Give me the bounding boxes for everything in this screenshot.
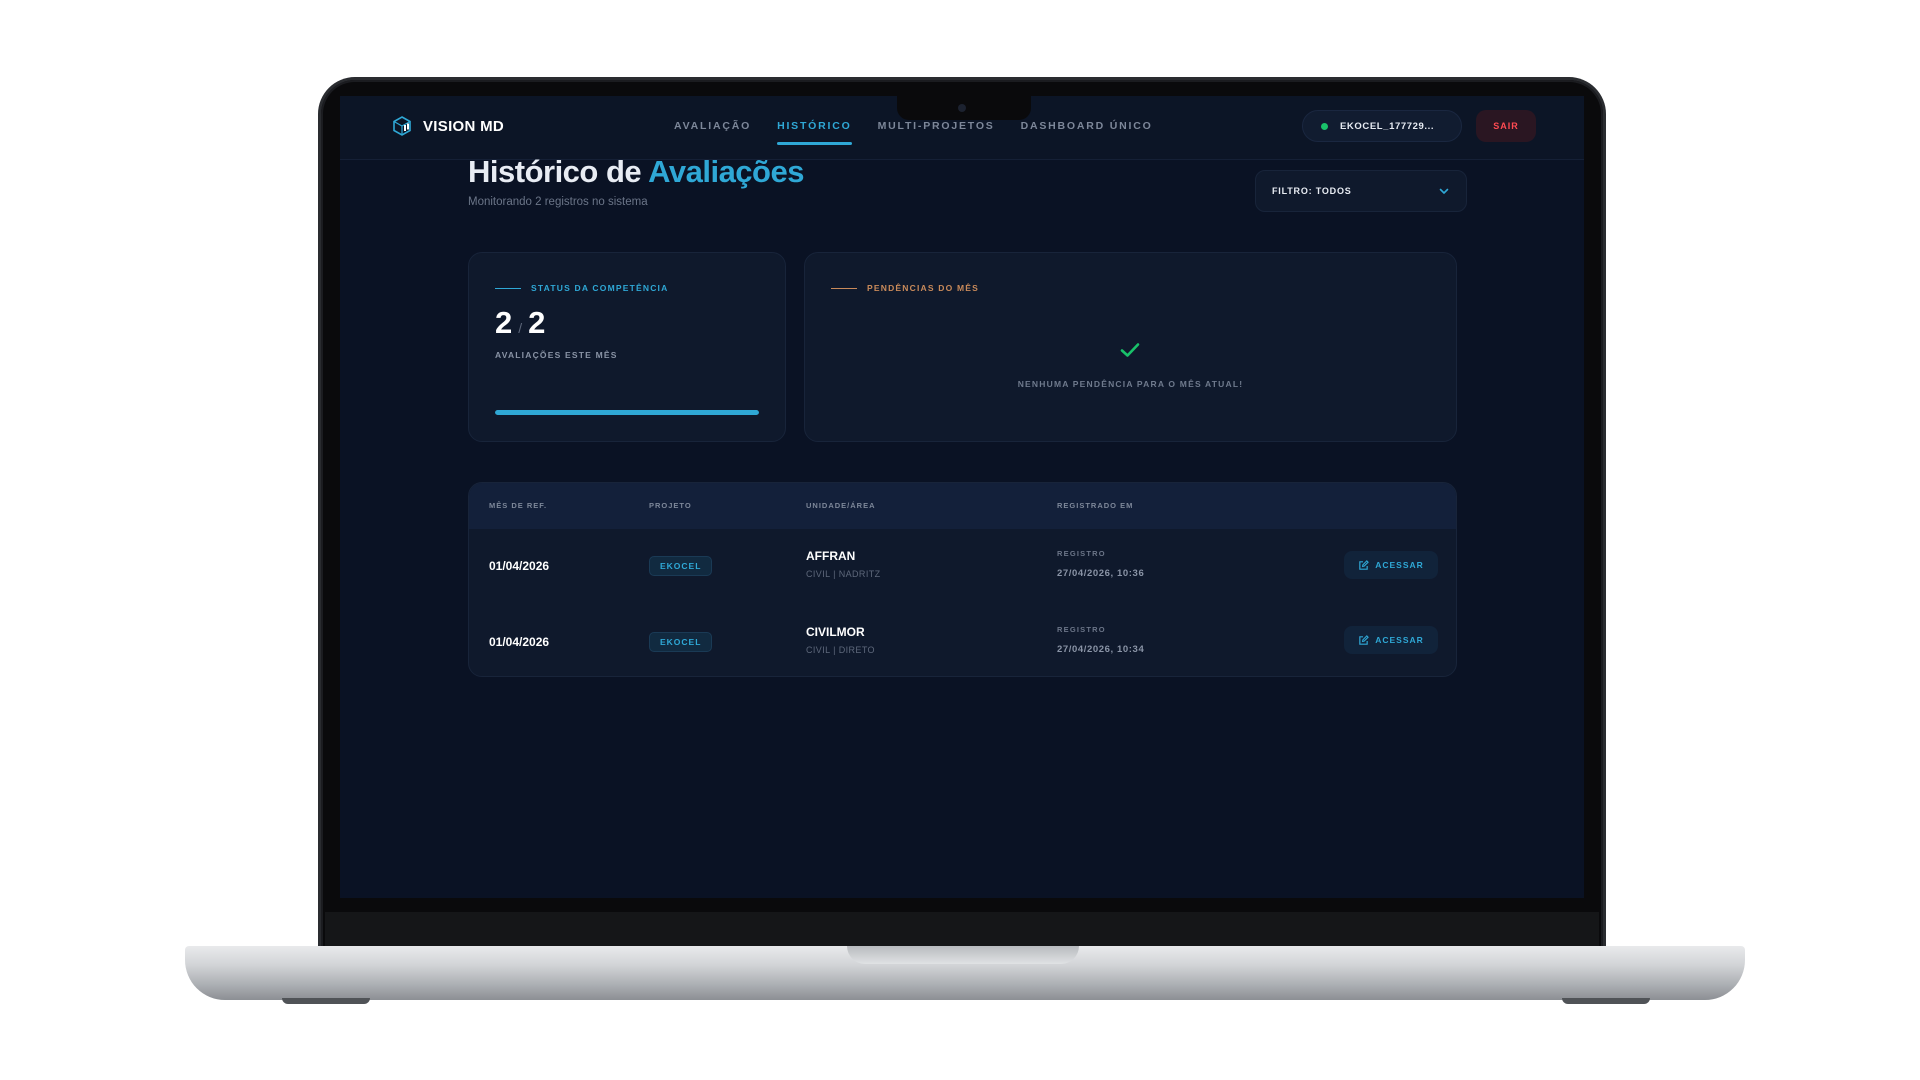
table-header: MÊS DE REF. PROJETO UNIDADE/ÁREA REGISTR…: [469, 483, 1456, 529]
camera-icon: [958, 104, 966, 112]
user-menu[interactable]: EKOCEL_177729...: [1302, 110, 1462, 142]
status-card: STATUS DA COMPETÊNCIA 2 / 2 AVALIAÇÕES EST…: [468, 252, 786, 442]
cube-logo-icon: [393, 116, 411, 136]
status-card-label: STATUS DA COMPETÊNCIA: [531, 283, 669, 293]
laptop-opening-notch: [847, 946, 1079, 964]
row-unit-sub: CIVIL | NADRITZ: [806, 569, 881, 579]
row-reg-date: 27/04/2026, 10:34: [1057, 644, 1145, 655]
progress-fill: [495, 410, 759, 415]
accent-dash: [831, 287, 857, 289]
laptop-foot-right: [1562, 998, 1650, 1004]
row-unit-sub: CIVIL | DIRETO: [806, 645, 875, 655]
user-name: EKOCEL_177729...: [1340, 120, 1435, 132]
progress-bar: [495, 410, 759, 415]
column-header-month: MÊS DE REF.: [489, 501, 548, 510]
row-reg-label: REGISTRO: [1057, 625, 1106, 634]
online-status-dot: [1321, 122, 1328, 130]
tab-avaliacao[interactable]: AVALIAÇÃO: [674, 120, 751, 132]
page-title: Histórico de Avaliações: [468, 154, 804, 190]
count-done: 2: [495, 305, 513, 340]
pending-card-label: PENDÊNCIAS DO MÊS: [867, 283, 980, 293]
row-month: 01/04/2026: [489, 635, 550, 649]
pending-card-header: PENDÊNCIAS DO MÊS: [831, 283, 979, 293]
evaluation-count: 2 / 2: [495, 305, 545, 341]
row-reg-date: 27/04/2026, 10:36: [1057, 568, 1145, 579]
access-label: ACESSAR: [1375, 560, 1424, 570]
row-reg-label: REGISTRO: [1057, 549, 1106, 558]
screen: VISION MD AVALIAÇÃO HISTÓRICO MULTI-PROJ…: [340, 96, 1584, 898]
page-title-accent: Avaliações: [648, 154, 804, 189]
row-unit: CIVILMOR: [806, 625, 865, 639]
no-pending-message: NENHUMA PENDÊNCIA PARA O MÊS ATUAL!: [1017, 379, 1244, 389]
tab-dashboard-unico[interactable]: DASHBOARD ÚNICO: [1021, 120, 1153, 132]
brand[interactable]: VISION MD: [393, 116, 504, 136]
status-card-header: STATUS DA COMPETÊNCIA: [495, 283, 668, 293]
tab-multi-projetos[interactable]: MULTI-PROJETOS: [878, 120, 995, 132]
pending-card: PENDÊNCIAS DO MÊS NENHUMA PENDÊNCIA PARA…: [804, 252, 1457, 442]
row-month: 01/04/2026: [489, 559, 550, 573]
page-title-prefix: Histórico de: [468, 154, 642, 189]
count-caption: AVALIAÇÕES ESTE MÊS: [495, 350, 618, 360]
count-separator: /: [518, 320, 523, 336]
project-badge: EKOCEL: [649, 556, 713, 576]
column-header-project: PROJETO: [649, 501, 692, 510]
laptop-foot-left: [282, 998, 370, 1004]
column-header-registered: REGISTRADO EM: [1057, 501, 1134, 510]
edit-icon: [1359, 559, 1370, 570]
app: VISION MD AVALIAÇÃO HISTÓRICO MULTI-PROJ…: [340, 96, 1584, 898]
chevron-down-icon: [1439, 188, 1449, 194]
count-total: 2: [528, 305, 546, 340]
project-badge: EKOCEL: [649, 632, 713, 652]
table-row: 01/04/2026 EKOCEL AFFRAN CIVIL | NADRITZ…: [469, 529, 1456, 603]
column-header-unit: UNIDADE/ÁREA: [806, 501, 876, 510]
main-nav: AVALIAÇÃO HISTÓRICO MULTI-PROJETOS DASHB…: [674, 120, 1153, 145]
table-row: 01/04/2026 EKOCEL CIVILMOR CIVIL | DIRET…: [469, 603, 1456, 676]
laptop-hinge: [325, 912, 1599, 946]
access-button[interactable]: ACESSAR: [1344, 551, 1438, 579]
check-icon: [1120, 343, 1140, 357]
page-subtitle: Monitorando 2 registros no sistema: [468, 196, 648, 208]
camera-notch: [897, 96, 1031, 120]
row-unit: AFFRAN: [806, 549, 856, 563]
filter-label: FILTRO: TODOS: [1272, 186, 1352, 196]
accent-dash: [495, 287, 521, 289]
laptop-frame: VISION MD AVALIAÇÃO HISTÓRICO MULTI-PROJ…: [0, 0, 1920, 1080]
edit-icon: [1359, 634, 1370, 645]
brand-name: VISION MD: [423, 117, 505, 135]
tab-historico[interactable]: HISTÓRICO: [777, 120, 852, 145]
access-label: ACESSAR: [1375, 635, 1424, 645]
filter-dropdown[interactable]: FILTRO: TODOS: [1255, 170, 1467, 212]
history-table: MÊS DE REF. PROJETO UNIDADE/ÁREA REGISTR…: [468, 482, 1457, 677]
logout-button[interactable]: SAIR: [1476, 110, 1536, 142]
access-button[interactable]: ACESSAR: [1344, 626, 1438, 654]
